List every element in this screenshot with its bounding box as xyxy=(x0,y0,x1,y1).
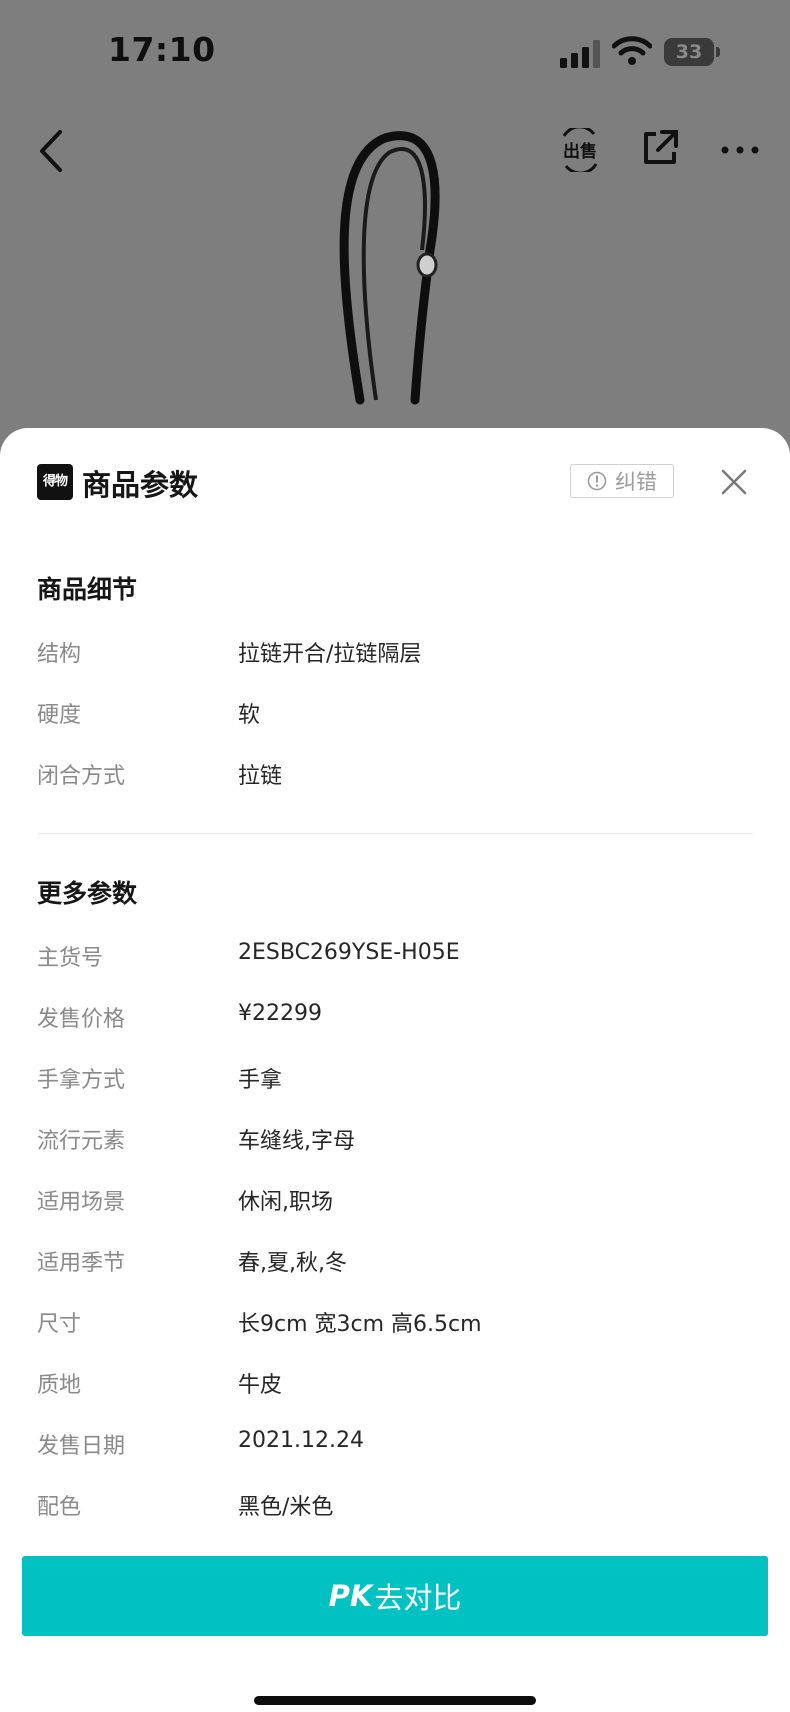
param-key: 发售日期 xyxy=(37,1434,126,1459)
close-icon[interactable] xyxy=(720,468,748,496)
section-divider xyxy=(37,833,753,834)
battery-level: 33 xyxy=(675,41,703,63)
param-key: 适用场景 xyxy=(37,1190,126,1215)
param-key: 结构 xyxy=(37,642,82,667)
param-row: 尺寸 长9cm 宽3cm 高6.5cm xyxy=(37,1306,757,1346)
section-title-details: 商品细节 xyxy=(37,575,138,604)
param-row: 主货号 2ESBC269YSE-H05E xyxy=(37,940,757,980)
param-key: 主货号 xyxy=(37,946,104,971)
param-value: 牛皮 xyxy=(238,1373,283,1398)
report-error-label: 纠错 xyxy=(615,470,657,494)
share-external-icon[interactable] xyxy=(640,128,680,168)
pk-label: 去对比 xyxy=(374,1581,462,1615)
param-value: ¥22299 xyxy=(238,1001,322,1026)
param-row: 质地 牛皮 xyxy=(37,1367,757,1407)
param-value: 2021.12.24 xyxy=(238,1428,364,1453)
product-image xyxy=(339,131,440,405)
param-key: 质地 xyxy=(37,1373,82,1398)
status-time: 17:10 xyxy=(108,30,216,69)
param-row: 结构 拉链开合/拉链隔层 xyxy=(37,636,757,676)
param-key: 尺寸 xyxy=(37,1312,82,1337)
sheet-header: 得物 商品参数 纠错 xyxy=(0,428,790,538)
param-row: 发售日期 2021.12.24 xyxy=(37,1428,757,1468)
param-value: 长9cm 宽3cm 高6.5cm xyxy=(238,1312,482,1337)
info-circle-icon xyxy=(587,471,607,491)
sheet-title: 商品参数 xyxy=(82,468,199,502)
resell-icon[interactable]: 出售 xyxy=(558,128,602,172)
param-row: 适用季节 春,夏,秋,冬 xyxy=(37,1245,757,1285)
status-bar: 17:10 33 xyxy=(0,0,790,100)
param-key: 配色 xyxy=(37,1495,82,1520)
param-row: 适用场景 休闲,职场 xyxy=(37,1184,757,1224)
param-key: 流行元素 xyxy=(37,1129,126,1154)
param-row: 配色 黑色/米色 xyxy=(37,1489,757,1529)
param-key: 手拿方式 xyxy=(37,1068,126,1093)
param-value: 2ESBC269YSE-H05E xyxy=(238,940,460,965)
pk-compare-button[interactable]: PK 去对比 xyxy=(22,1556,768,1636)
section-title-more: 更多参数 xyxy=(37,879,138,908)
param-key: 闭合方式 xyxy=(37,764,126,789)
param-row: 硬度 软 xyxy=(37,697,757,737)
param-value: 拉链开合/拉链隔层 xyxy=(238,642,422,667)
wifi-icon xyxy=(612,36,652,65)
param-key: 发售价格 xyxy=(37,1007,126,1032)
param-value: 拉链 xyxy=(238,764,283,789)
param-value: 黑色/米色 xyxy=(238,1495,334,1520)
cellular-signal-icon xyxy=(560,40,600,68)
pk-prefix: PK xyxy=(328,1579,373,1613)
product-params-sheet: 得物 商品参数 纠错 商品细节 结构 拉链开合/拉链隔层 硬度 软 闭合方式 拉… xyxy=(0,428,790,1712)
param-key: 适用季节 xyxy=(37,1251,126,1276)
param-value: 春,夏,秋,冬 xyxy=(238,1251,347,1276)
param-value: 软 xyxy=(238,703,261,728)
param-key: 硬度 xyxy=(37,703,82,728)
param-row: 闭合方式 拉链 xyxy=(37,758,757,798)
param-value: 休闲,职场 xyxy=(238,1190,333,1215)
battery-indicator: 33 xyxy=(664,38,722,66)
param-value: 手拿 xyxy=(238,1068,283,1093)
param-row: 流行元素 车缝线,字母 xyxy=(37,1123,757,1163)
brand-logo: 得物 xyxy=(37,464,73,500)
svg-text:出售: 出售 xyxy=(563,141,597,162)
home-indicator[interactable] xyxy=(254,1696,536,1705)
report-error-button[interactable]: 纠错 xyxy=(570,464,674,498)
param-row: 发售价格 ¥22299 xyxy=(37,1001,757,1041)
more-dots-icon[interactable] xyxy=(720,144,760,156)
chevron-left-icon[interactable] xyxy=(36,128,66,174)
param-value: 车缝线,字母 xyxy=(238,1129,355,1154)
param-row: 手拿方式 手拿 xyxy=(37,1062,757,1102)
